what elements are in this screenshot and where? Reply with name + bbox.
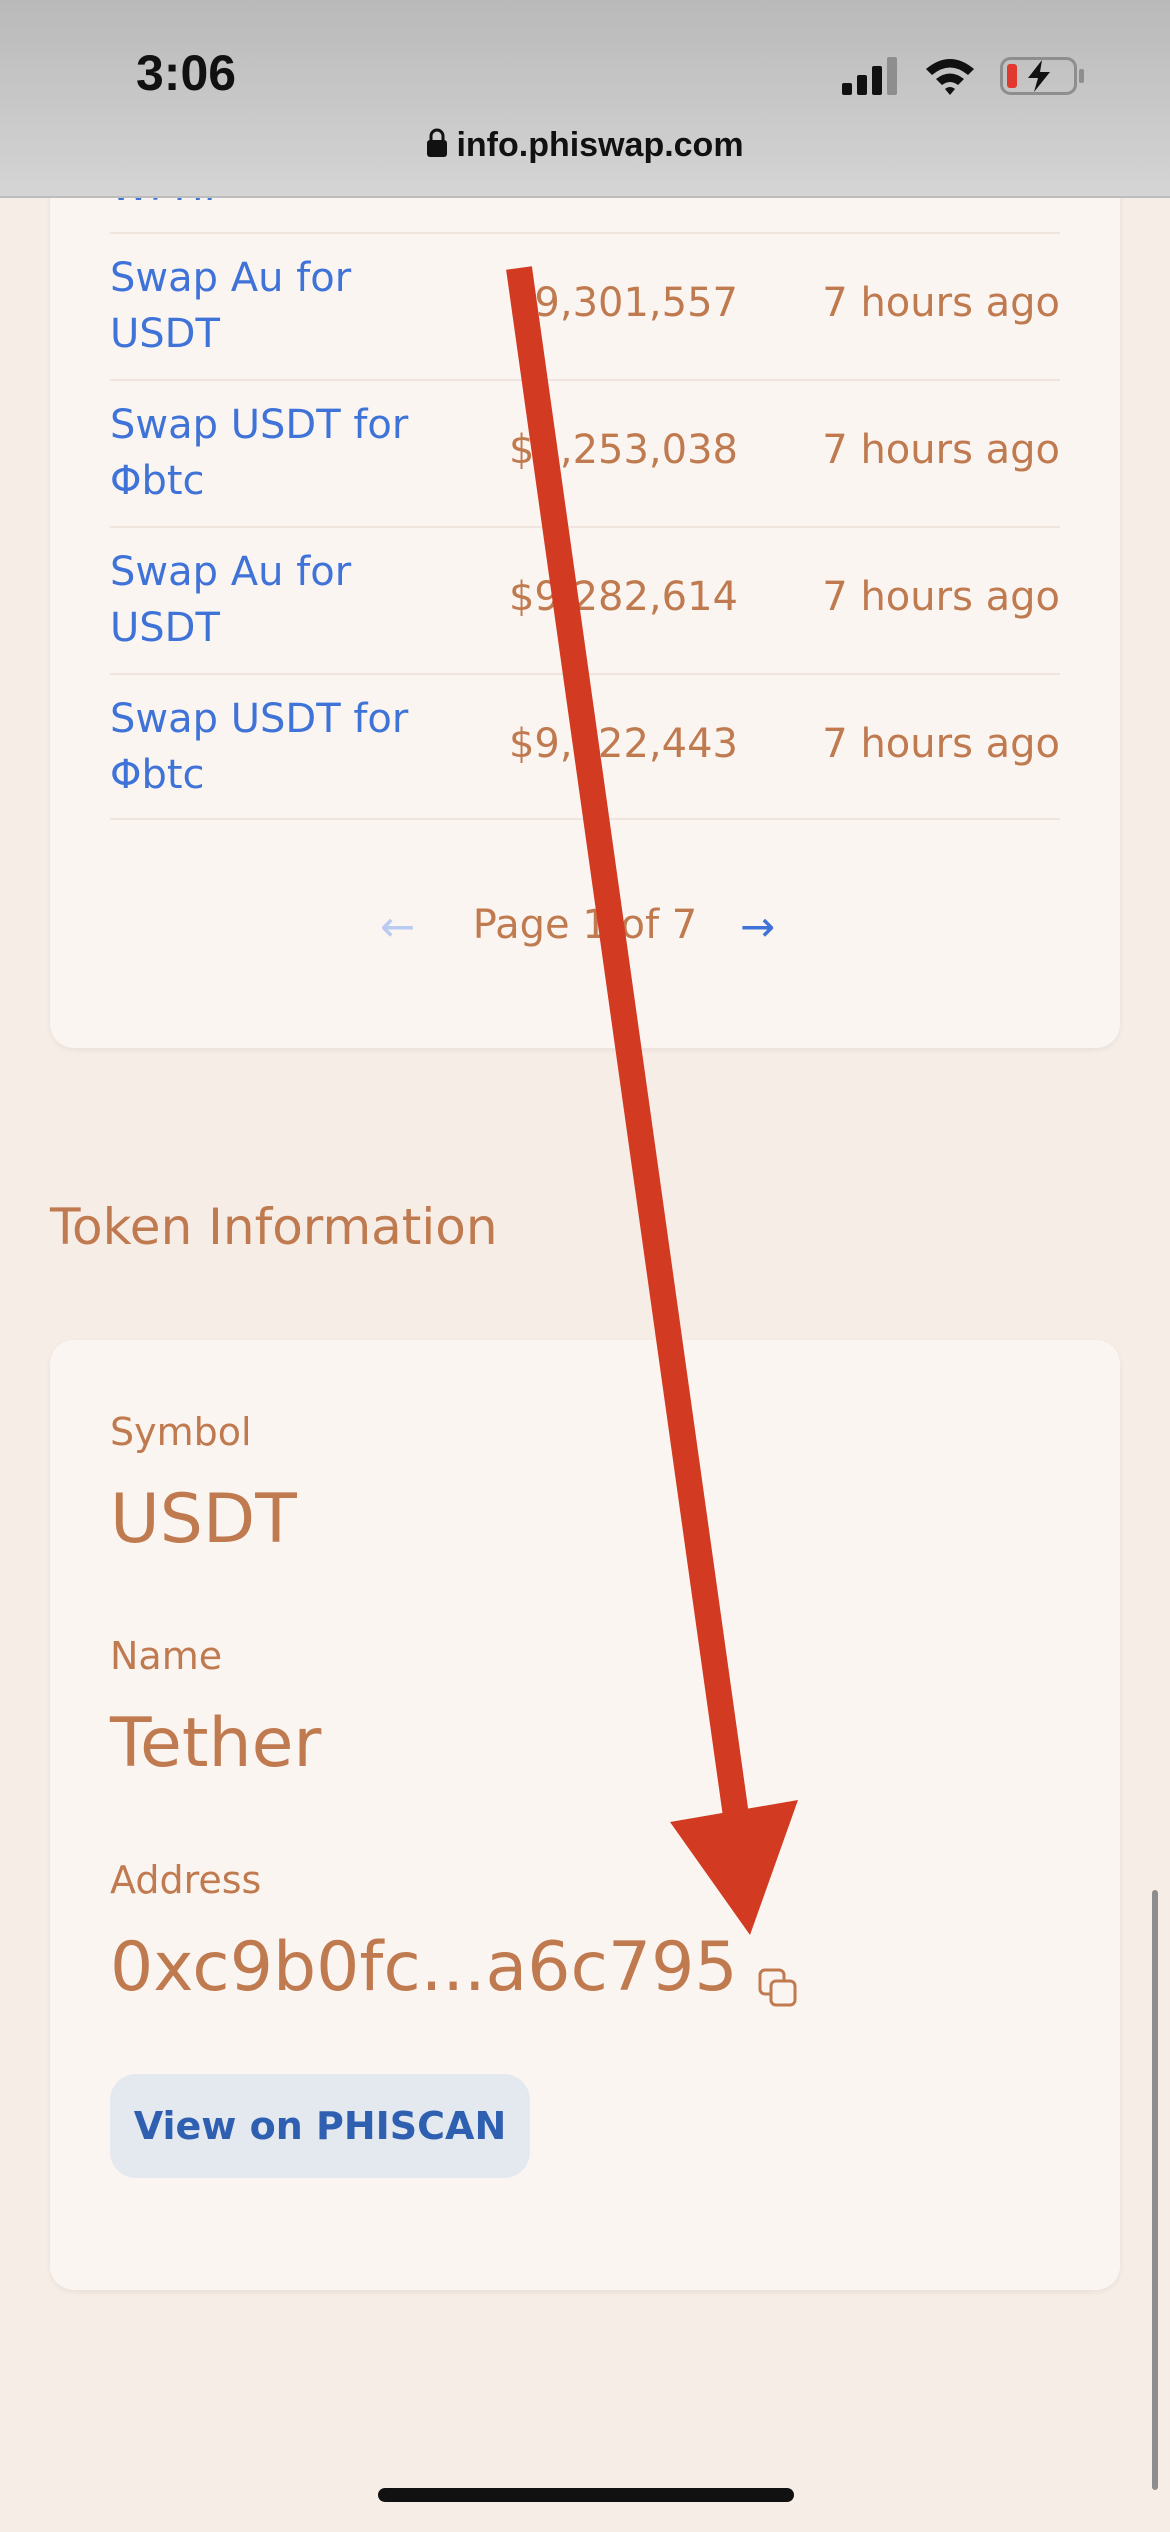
transaction-link[interactable]: Swap Au for USDT xyxy=(110,544,410,656)
status-icons xyxy=(842,56,1086,96)
transaction-time: 7 hours ago xyxy=(822,574,1060,620)
wifi-icon xyxy=(926,59,974,95)
browser-top-bar: 3:06 info.phiswap.com xyxy=(0,0,1170,198)
page-indicator: Page 1 of 7 xyxy=(472,902,698,948)
table-row: Swap Au for USDT $9,282,614 7 hours ago xyxy=(110,526,1060,673)
transaction-time: 7 hours ago xyxy=(822,427,1060,473)
transaction-value: $9,282,614 xyxy=(508,574,738,620)
home-indicator[interactable] xyxy=(378,2488,794,2502)
pagination: ← Page 1 of 7 → xyxy=(50,902,1120,962)
transaction-list: Swap Au for USDT $9,301,557 7 hours ago … xyxy=(110,232,1060,820)
signal-icon xyxy=(842,57,897,95)
address-value: 0xc9b0fc...a6c795 xyxy=(110,1928,738,2007)
lock-icon xyxy=(427,128,448,157)
battery-charging-icon xyxy=(1000,57,1084,95)
symbol-value: USDT xyxy=(110,1480,297,1559)
transaction-value: $9,301,557 xyxy=(508,280,738,326)
table-row: Swap USDT for Φbtc $9,253,038 7 hours ag… xyxy=(110,379,1060,526)
url-bar[interactable]: info.phiswap.com xyxy=(0,126,1170,165)
name-label: Name xyxy=(110,1634,223,1678)
page: WPHI Swap Au for USDT $9,301,557 7 hours… xyxy=(0,0,1170,2532)
address-label: Address xyxy=(110,1858,262,1902)
token-info-card: Symbol USDT Name Tether Address 0xc9b0fc… xyxy=(50,1340,1120,2290)
transactions-card: WPHI Swap Au for USDT $9,301,557 7 hours… xyxy=(50,140,1120,1048)
section-title: Token Information xyxy=(50,1198,498,1256)
transaction-value: $9,253,038 xyxy=(508,427,738,473)
status-time: 3:06 xyxy=(136,45,237,101)
next-page-arrow-icon[interactable]: → xyxy=(740,902,775,951)
copy-icon[interactable] xyxy=(756,1966,800,2010)
transaction-time: 7 hours ago xyxy=(822,280,1060,326)
transaction-value: $9,222,443 xyxy=(508,721,738,767)
transaction-link[interactable]: Swap Au for USDT xyxy=(110,250,410,362)
table-row: Swap USDT for Φbtc $9,222,443 7 hours ag… xyxy=(110,673,1060,820)
symbol-label: Symbol xyxy=(110,1410,252,1454)
table-row: Swap Au for USDT $9,301,557 7 hours ago xyxy=(110,232,1060,379)
name-value: Tether xyxy=(110,1704,322,1783)
url-text: info.phiswap.com xyxy=(456,126,744,164)
transaction-link[interactable]: Swap USDT for Φbtc xyxy=(110,397,410,509)
transaction-link[interactable]: Swap USDT for Φbtc xyxy=(110,691,410,803)
view-on-phiscan-button[interactable]: View on PHISCAN xyxy=(110,2074,530,2178)
transaction-time: 7 hours ago xyxy=(822,721,1060,767)
scrollbar[interactable] xyxy=(1152,1890,1158,2490)
